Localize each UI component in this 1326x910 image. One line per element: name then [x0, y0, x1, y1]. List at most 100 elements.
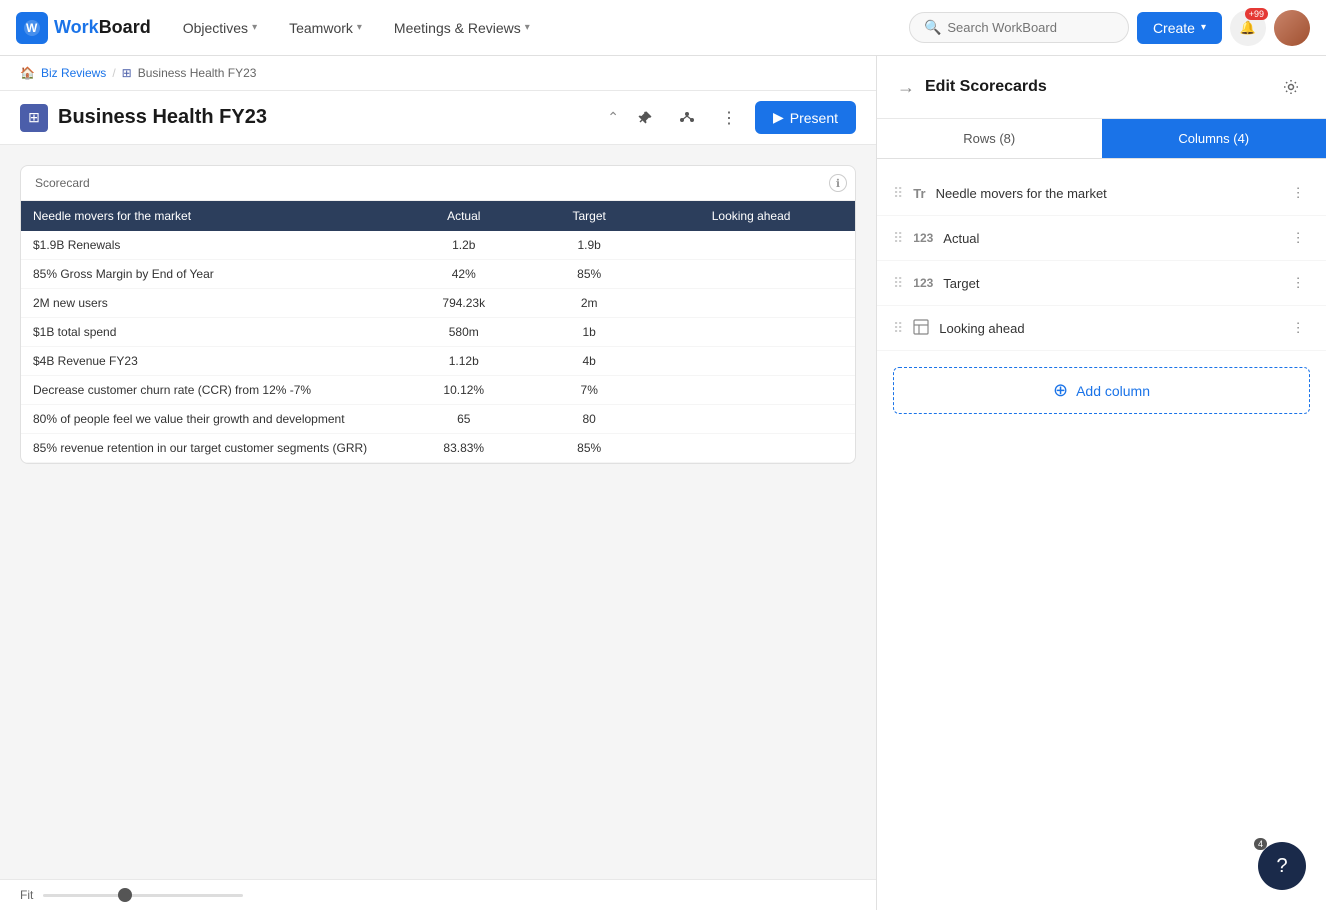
column-name: Looking ahead — [939, 321, 1276, 336]
nav-teamwork[interactable]: Teamwork ▾ — [277, 12, 374, 44]
collapse-right-icon[interactable]: → — [897, 77, 915, 98]
column-item: ⠿ Looking ahead ⋮ — [877, 306, 1326, 351]
breadcrumb-current: Business Health FY23 — [138, 66, 257, 80]
create-button[interactable]: Create ▾ — [1137, 12, 1222, 44]
collapse-button[interactable]: ⌃ — [607, 109, 619, 126]
row-target: 80 — [531, 405, 647, 434]
row-looking — [647, 289, 855, 318]
add-column-button[interactable]: ⊕Add column — [893, 367, 1310, 414]
drag-handle[interactable]: ⠿ — [893, 185, 903, 202]
table-row: 2M new users 794.23k 2m — [21, 289, 855, 318]
table-row: 85% revenue retention in our target cust… — [21, 434, 855, 463]
row-actual: 10.12% — [396, 376, 531, 405]
table-type-icon — [913, 319, 929, 338]
column-item: ⠿ 123 Actual ⋮ — [877, 216, 1326, 261]
text-type-icon: Tr — [913, 186, 925, 201]
more-options-button[interactable]: ⋮ — [713, 102, 745, 134]
help-badge: 4 — [1254, 838, 1267, 850]
logo-text: WorkWorkBoardBoard — [54, 17, 151, 38]
col-header-target: Target — [531, 201, 647, 231]
table-row: 80% of people feel we value their growth… — [21, 405, 855, 434]
row-looking — [647, 434, 855, 463]
pin-button[interactable] — [629, 102, 661, 134]
table-row: $1.9B Renewals 1.2b 1.9b — [21, 231, 855, 260]
column-type-icon — [913, 319, 929, 338]
right-panel-title: Edit Scorecards — [925, 78, 1266, 96]
search-box[interactable]: 🔍 — [909, 12, 1129, 43]
zoom-slider[interactable] — [43, 894, 243, 897]
column-more-button[interactable]: ⋮ — [1286, 316, 1310, 340]
row-target: 4b — [531, 347, 647, 376]
row-actual: 1.12b — [396, 347, 531, 376]
drag-handle[interactable]: ⠿ — [893, 320, 903, 337]
row-looking — [647, 347, 855, 376]
row-looking — [647, 260, 855, 289]
row-looking — [647, 376, 855, 405]
page-actions: ⋮ ▶ Present — [629, 101, 856, 134]
col-header-looking: Looking ahead — [647, 201, 855, 231]
row-actual: 42% — [396, 260, 531, 289]
row-actual: 794.23k — [396, 289, 531, 318]
settings-button[interactable] — [1276, 72, 1306, 102]
chevron-down-icon: ▾ — [1201, 22, 1206, 33]
scorecard-info-icon[interactable]: ℹ — [829, 174, 847, 192]
top-navigation: W WorkWorkBoardBoard Objectives ▾ Teamwo… — [0, 0, 1326, 56]
column-name: Actual — [943, 231, 1276, 246]
main-layout: 🏠 Biz Reviews / ⊞ Business Health FY23 ⊞… — [0, 56, 1326, 910]
drag-handle[interactable]: ⠿ — [893, 275, 903, 292]
column-name: Needle movers for the market — [936, 186, 1276, 201]
row-actual: 580m — [396, 318, 531, 347]
breadcrumb: 🏠 Biz Reviews / ⊞ Business Health FY23 — [0, 56, 876, 91]
column-type-icon: 123 — [913, 276, 933, 290]
notifications-button[interactable]: 🔔 +99 — [1230, 10, 1266, 46]
row-name: $4B Revenue FY23 — [21, 347, 396, 376]
row-looking — [647, 231, 855, 260]
logo-icon: W — [16, 12, 48, 44]
right-panel-header: → Edit Scorecards — [877, 56, 1326, 119]
help-icon: ? — [1276, 855, 1287, 878]
right-panel: → Edit Scorecards Rows (8) Columns (4) ⠿… — [876, 56, 1326, 910]
tab-rows[interactable]: Rows (8) — [877, 119, 1102, 158]
row-name: 85% revenue retention in our target cust… — [21, 434, 396, 463]
chevron-down-icon: ▾ — [357, 22, 362, 33]
row-looking — [647, 318, 855, 347]
column-more-button[interactable]: ⋮ — [1286, 271, 1310, 295]
row-name: $1.9B Renewals — [21, 231, 396, 260]
column-type-icon: 123 — [913, 231, 933, 245]
help-button[interactable]: 4 ? — [1258, 842, 1306, 890]
row-actual: 1.2b — [396, 231, 531, 260]
row-name: Decrease customer churn rate (CCR) from … — [21, 376, 396, 405]
share-button[interactable] — [671, 102, 703, 134]
row-target: 1b — [531, 318, 647, 347]
nav-objectives[interactable]: Objectives ▾ — [171, 12, 269, 44]
column-more-button[interactable]: ⋮ — [1286, 181, 1310, 205]
logo[interactable]: W WorkWorkBoardBoard — [16, 12, 151, 44]
row-name: 80% of people feel we value their growth… — [21, 405, 396, 434]
search-icon: 🔍 — [924, 19, 941, 36]
home-icon: 🏠 — [20, 66, 35, 80]
breadcrumb-separator: / — [112, 66, 115, 80]
search-input[interactable] — [947, 20, 1107, 35]
right-panel-tabs: Rows (8) Columns (4) — [877, 119, 1326, 159]
table-row: Decrease customer churn rate (CCR) from … — [21, 376, 855, 405]
scorecard-table: Needle movers for the market Actual Targ… — [21, 201, 855, 463]
zoom-label: Fit — [20, 888, 33, 902]
column-more-button[interactable]: ⋮ — [1286, 226, 1310, 250]
row-looking — [647, 405, 855, 434]
breadcrumb-home[interactable]: Biz Reviews — [41, 66, 106, 80]
row-target: 1.9b — [531, 231, 647, 260]
avatar[interactable] — [1274, 10, 1310, 46]
column-type-icon: Tr — [913, 186, 925, 201]
drag-handle[interactable]: ⠿ — [893, 230, 903, 247]
row-name: $1B total spend — [21, 318, 396, 347]
nav-meetings[interactable]: Meetings & Reviews ▾ — [382, 12, 542, 44]
notification-badge: +99 — [1245, 8, 1268, 20]
content-area: ℹ Scorecard Needle movers for the market… — [0, 145, 876, 879]
column-item: ⠿ 123 Target ⋮ — [877, 261, 1326, 306]
row-actual: 83.83% — [396, 434, 531, 463]
row-target: 85% — [531, 434, 647, 463]
breadcrumb-page-icon: ⊞ — [122, 66, 132, 80]
tab-columns[interactable]: Columns (4) — [1102, 119, 1326, 158]
present-button[interactable]: ▶ Present — [755, 101, 856, 134]
table-row: $4B Revenue FY23 1.12b 4b — [21, 347, 855, 376]
